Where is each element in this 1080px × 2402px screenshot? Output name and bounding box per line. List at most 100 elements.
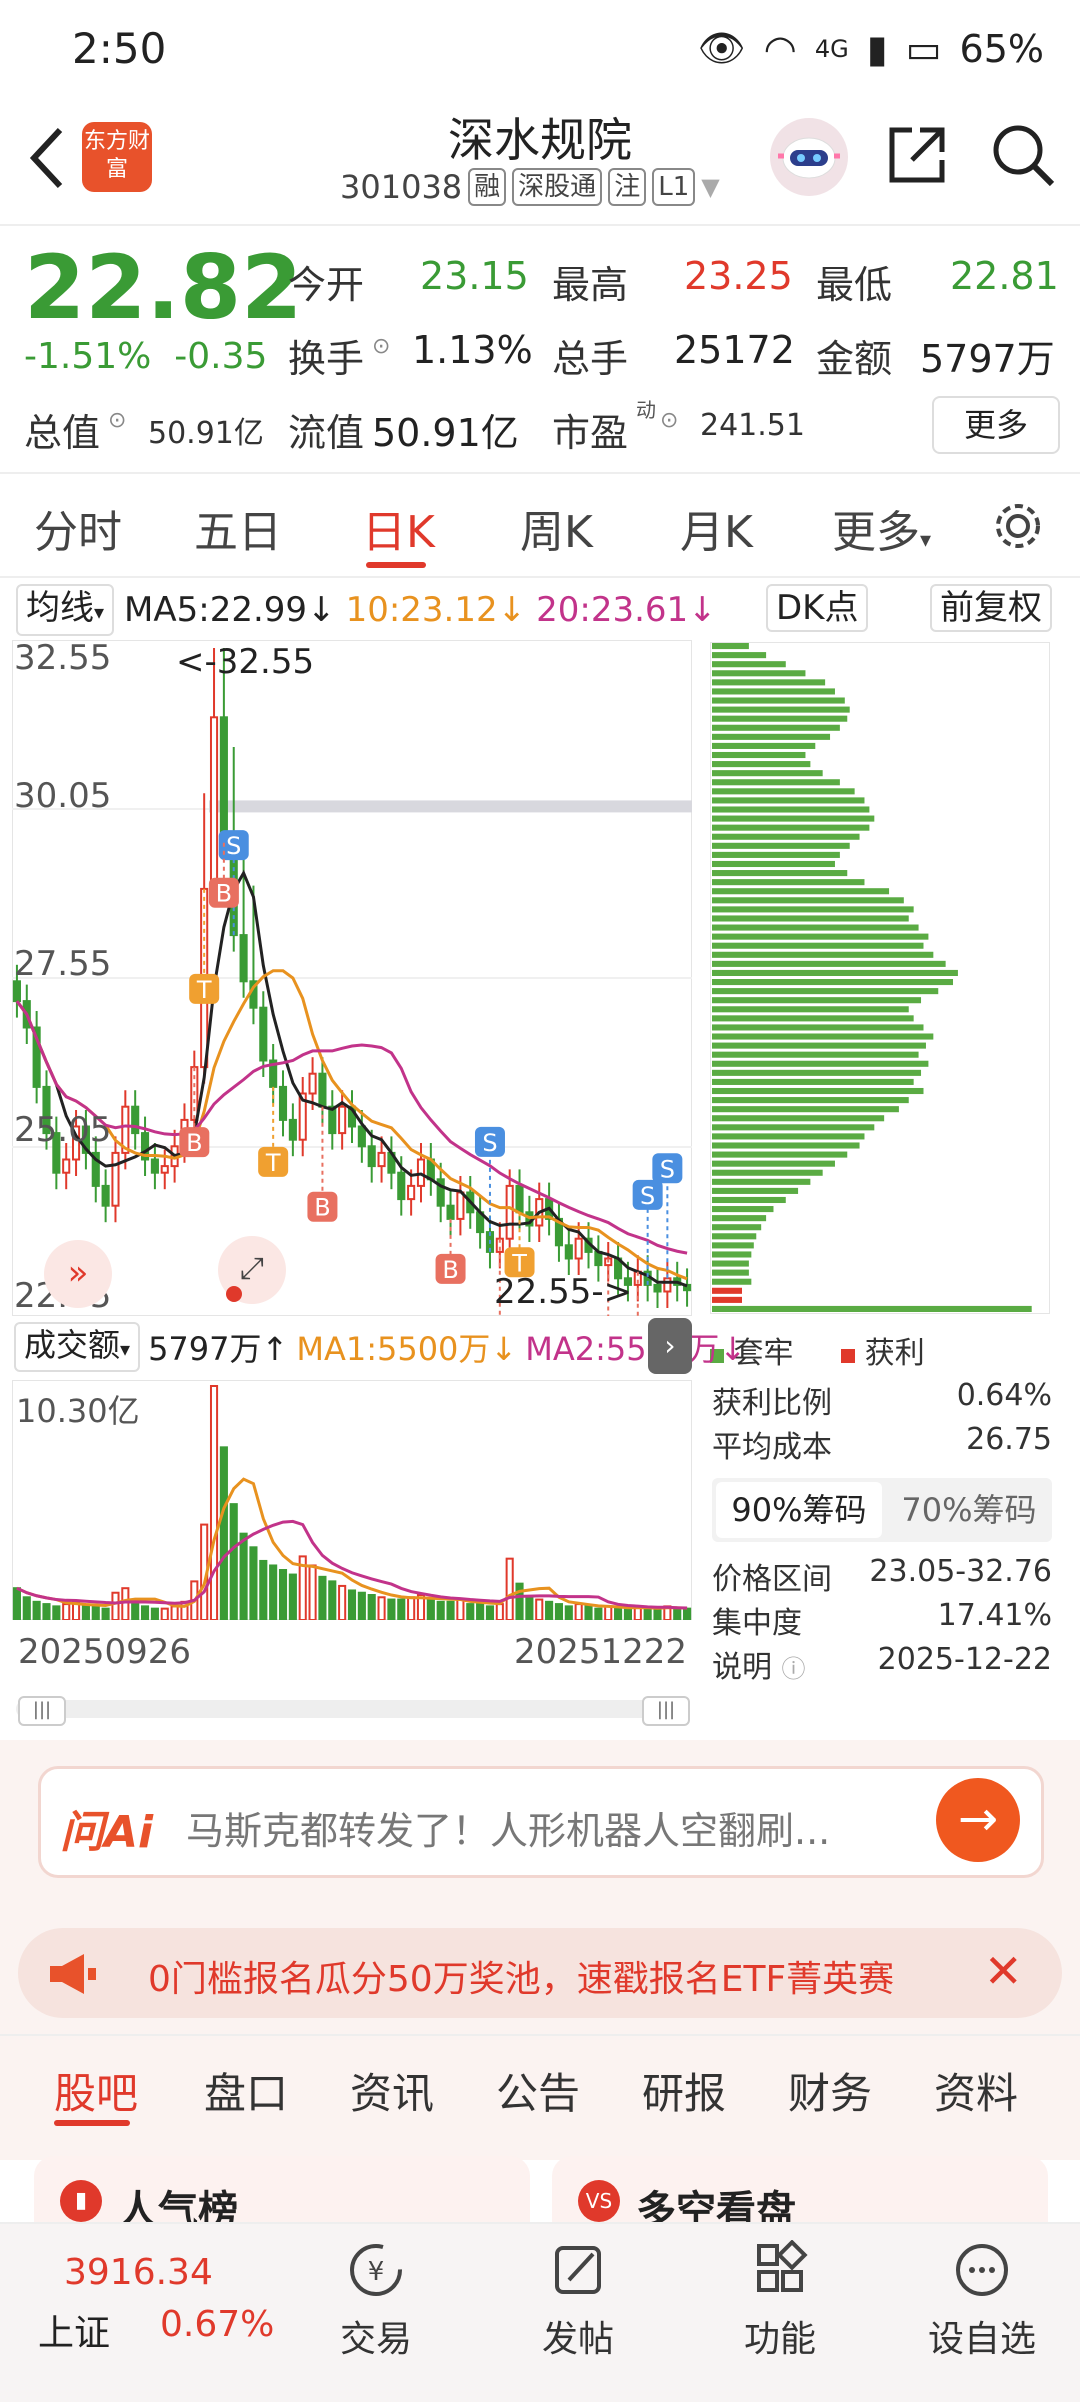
tab-news[interactable]: 资讯	[350, 2060, 434, 2121]
stock-code-row[interactable]: 301038 融 深股通 注 L1 ▼	[340, 168, 720, 206]
signal-label: S	[660, 1155, 675, 1183]
turnover-value: 1.13%	[412, 328, 533, 372]
volume-bar	[367, 1594, 376, 1620]
info-icon[interactable]: ⊙	[108, 408, 126, 433]
info-icon[interactable]: ⊙	[660, 408, 678, 433]
chip-bar	[712, 724, 840, 731]
tab-weekly-k[interactable]: 周K	[520, 496, 593, 560]
ai-logo: 问Ai	[60, 1807, 154, 1858]
expand-right-icon[interactable]: ›	[648, 1318, 692, 1374]
info-icon[interactable]: ⊙	[372, 334, 390, 359]
volume-bar	[643, 1607, 652, 1620]
tab-daily-k[interactable]: 日K	[362, 496, 435, 560]
tab-announcements[interactable]: 公告	[496, 2060, 580, 2121]
signal-label: T	[265, 1149, 281, 1177]
chip-bar	[712, 1224, 762, 1231]
chip-distribution-chart	[710, 642, 1050, 1314]
volume-bar	[259, 1559, 268, 1620]
index-change[interactable]: 0.67%	[160, 2304, 274, 2345]
volume-select[interactable]: 成交额▾	[14, 1322, 141, 1372]
tag-connect: 深股通	[512, 168, 603, 206]
volume-bar	[446, 1600, 455, 1620]
range-handle-left[interactable]: |||	[18, 1696, 66, 1726]
close-icon[interactable]: ✕	[984, 1944, 1023, 1998]
ma-select-label: 均线	[26, 588, 94, 628]
tab-chip-70[interactable]: 70%筹码	[886, 1478, 1052, 1542]
share-icon[interactable]	[882, 120, 952, 190]
concentration-row: 集中度 17.41%	[712, 1598, 1052, 1642]
chip-bar	[712, 1106, 899, 1113]
volume-bar	[426, 1598, 435, 1620]
chip-bar	[712, 997, 922, 1004]
ma-select[interactable]: 均线▾	[16, 584, 115, 636]
volume-bar	[269, 1564, 278, 1620]
add-watchlist-label: 设自选	[927, 2319, 1036, 2360]
chip-bar	[712, 1187, 799, 1194]
chip-bar	[712, 815, 875, 822]
tab-financials[interactable]: 财务	[788, 2060, 872, 2121]
dk-points-button[interactable]: DK点	[766, 584, 869, 632]
volume-bar	[308, 1564, 317, 1620]
tab-five-day[interactable]: 五日	[194, 496, 282, 560]
chip-bar	[712, 1196, 786, 1204]
chip-bar	[712, 933, 929, 940]
volume-bar	[91, 1605, 100, 1620]
tab-chip-90[interactable]: 90%筹码	[716, 1482, 882, 1538]
expand-left-icon[interactable]: »	[44, 1240, 112, 1308]
signal-label: S	[226, 832, 241, 860]
index-value[interactable]: 3916.34	[64, 2252, 213, 2293]
chip-bar	[712, 1097, 909, 1104]
chip-bar	[712, 888, 890, 895]
more-dots-icon	[956, 2244, 1008, 2296]
tab-forum[interactable]: 股吧	[54, 2060, 138, 2121]
chip-bar	[712, 1287, 742, 1294]
signal-label: B	[186, 1129, 202, 1157]
open-value: 23.15	[420, 254, 529, 298]
post-label: 发帖	[541, 2319, 614, 2360]
candle	[288, 1103, 297, 1157]
search-icon[interactable]	[988, 120, 1058, 190]
range-scrollbar[interactable]	[16, 1700, 686, 1718]
tab-monthly-k[interactable]: 月K	[680, 496, 753, 560]
profit-ratio-row: 获利比例 0.64%	[712, 1378, 1052, 1422]
chip-bar	[712, 761, 811, 768]
ai-prompt-text[interactable]: 马斯克都转发了！人形机器人空翻刷...	[186, 1800, 886, 1855]
add-watchlist-button[interactable]: 设自选	[912, 2240, 1052, 2362]
tab-more[interactable]: 更多▾	[832, 496, 931, 560]
volume-bar	[466, 1603, 475, 1620]
tab-profile[interactable]: 资料	[934, 2060, 1018, 2121]
adjust-button[interactable]: 前复权	[930, 584, 1052, 632]
range-handle-right[interactable]: |||	[642, 1696, 690, 1726]
avg-cost-label: 平均成本	[712, 1430, 832, 1465]
tab-minute[interactable]: 分时	[34, 496, 122, 560]
chip-bar	[712, 1269, 749, 1276]
candlestick-chart[interactable]: SBTBTBBSBTBBSS	[12, 640, 692, 1316]
index-name[interactable]: 上证	[38, 2304, 110, 2356]
tab-research[interactable]: 研报	[642, 2060, 726, 2121]
candle	[121, 1090, 130, 1170]
trade-button[interactable]: ¥ 交易	[306, 2240, 446, 2362]
low-value: 22.81	[950, 254, 1059, 298]
candle	[515, 1169, 524, 1229]
pe-sup: 动	[636, 398, 656, 422]
divider	[0, 472, 1080, 474]
candle	[328, 1090, 337, 1150]
info-icon[interactable]: ⓘ	[782, 1655, 806, 1683]
high-label: 最高	[552, 263, 629, 307]
candle	[338, 1090, 347, 1150]
ma10-value: 10:23.12↓	[345, 590, 527, 630]
chip-bar	[712, 1260, 749, 1267]
settings-gear-icon[interactable]	[990, 498, 1046, 554]
functions-button[interactable]: 功能	[710, 2239, 850, 2362]
more-quote-button[interactable]: 更多	[932, 396, 1060, 454]
ai-send-arrow-icon[interactable]: →	[936, 1778, 1020, 1862]
chip-bar	[712, 797, 865, 804]
assistant-avatar-icon[interactable]	[770, 118, 848, 196]
promo-banner-text[interactable]: 0门槛报名瓜分50万奖池，速戳报名ETF菁英赛	[148, 1950, 948, 2002]
grid-icon	[757, 2239, 808, 2292]
volume-bar	[456, 1598, 465, 1620]
chip-bar	[712, 770, 823, 777]
candle	[653, 1268, 662, 1308]
tab-orderbook[interactable]: 盘口	[204, 2060, 288, 2121]
post-button[interactable]: 发帖	[508, 2240, 648, 2362]
